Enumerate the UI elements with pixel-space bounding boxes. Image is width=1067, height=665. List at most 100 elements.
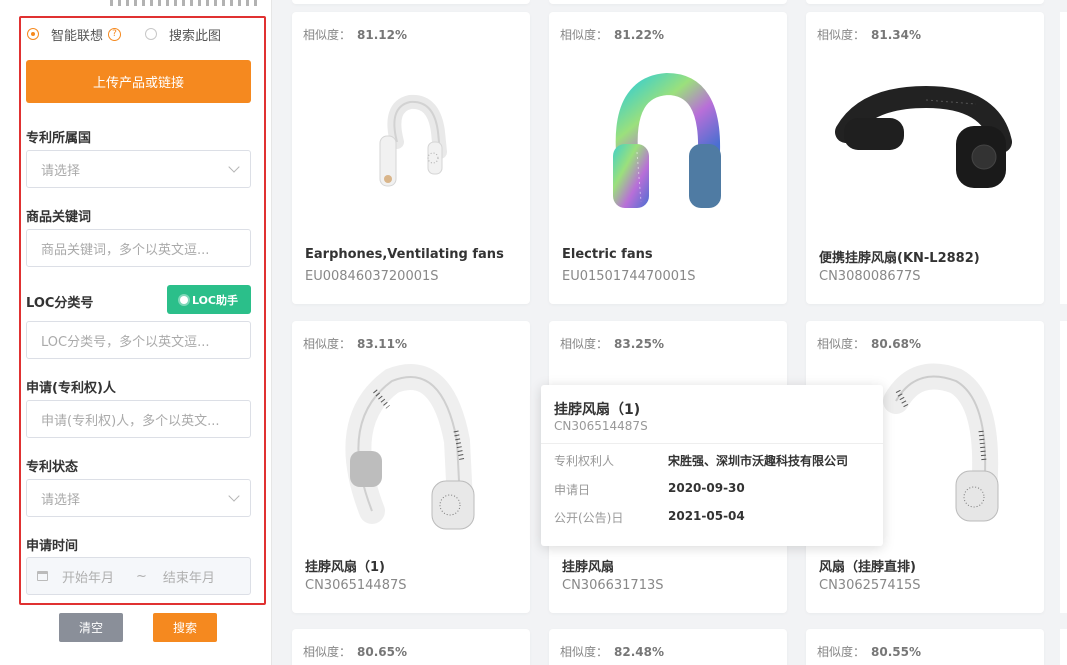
tooltip-row-filing-date: 申请日 2020-09-30 xyxy=(554,481,745,498)
search-image-label: 搜索此图 xyxy=(169,28,222,44)
similarity-label: 相似度： xyxy=(303,645,352,659)
similarity-value: 80.68% xyxy=(871,337,921,351)
product-code: EU0150174470001S xyxy=(562,269,696,284)
similarity-label: 相似度： xyxy=(817,337,866,351)
product-image-black-neck-fan[interactable] xyxy=(806,52,1044,242)
product-title[interactable]: 挂脖风扇（1) xyxy=(305,556,385,575)
result-card[interactable]: 相似度： 81.22% Electric fans EU0150174470001 xyxy=(549,12,787,304)
date-start[interactable]: 开始年月 xyxy=(62,567,114,586)
loc-input[interactable]: LOC分类号，多个以英文逗... xyxy=(26,321,251,359)
similarity: 相似度： 81.34% xyxy=(817,26,921,43)
result-card[interactable]: 相似度： 82.48% xyxy=(549,629,787,665)
similarity-value: 81.22% xyxy=(614,28,664,42)
similarity-value: 83.11% xyxy=(357,337,407,351)
help-icon[interactable]: ? xyxy=(108,27,122,41)
tooltip-row-pub-date: 公开(公告)日 2021-05-04 xyxy=(554,509,745,526)
similarity-label: 相似度： xyxy=(560,28,609,42)
status-select[interactable]: 请选择 xyxy=(26,479,251,517)
chevron-down-icon xyxy=(228,161,240,173)
keyword-input[interactable]: 商品关键词，多个以英文逗... xyxy=(26,229,251,267)
result-card[interactable]: 相似度： 80.55% xyxy=(806,629,1044,665)
tooltip-row-owner: 专利权利人 宋胜强、深圳市沃趣科技有限公司 xyxy=(554,452,848,469)
similarity: 相似度： 81.22% xyxy=(560,26,664,43)
keyword-placeholder: 商品关键词，多个以英文逗... xyxy=(41,242,210,258)
loc-label: LOC分类号 xyxy=(26,296,94,311)
country-select[interactable]: 请选择 xyxy=(26,150,251,188)
clear-button[interactable]: 清空 xyxy=(59,613,123,642)
product-image-white-neck-fan-small[interactable] xyxy=(292,52,530,242)
similarity: 相似度： 81.12% xyxy=(303,26,407,43)
filter-panel: 智能联想 ? 搜索此图 上传产品或链接 专利所属国 请选择 商品关键词 商品关键… xyxy=(19,16,266,605)
similarity-value: 83.25% xyxy=(614,337,664,351)
applicant-input[interactable]: 申请(专利权)人，多个以英文... xyxy=(26,400,251,438)
product-title[interactable]: Earphones,Ventilating fans xyxy=(305,247,504,262)
date-range-picker[interactable]: 开始年月 ~ 结束年月 xyxy=(26,557,251,595)
product-code: EU0084603720001S xyxy=(305,269,439,284)
chevron-down-icon xyxy=(228,490,240,502)
tooltip-value: 2021-05-04 xyxy=(668,509,745,523)
search-button[interactable]: 搜索 xyxy=(153,613,217,642)
result-card[interactable]: 相似度： 81.34% 便携挂脖风扇(KN-L2882) CN308008677S xyxy=(806,12,1044,304)
product-image-iridescent-neck-fan[interactable] xyxy=(549,52,787,242)
product-title[interactable]: 风扇（挂脖直排) xyxy=(819,556,916,575)
country-placeholder: 请选择 xyxy=(41,163,81,179)
calendar-icon xyxy=(37,571,48,581)
date-label: 申请时间 xyxy=(26,539,79,554)
similarity: 相似度： 80.65% xyxy=(303,643,407,660)
smart-suggest-label: 智能联想 xyxy=(51,28,104,44)
product-title[interactable]: 挂脖风扇 xyxy=(562,556,614,575)
smart-suggest-option[interactable]: 智能联想 ? xyxy=(27,25,122,44)
search-mode-group: 智能联想 ? 搜索此图 xyxy=(27,24,221,44)
result-card[interactable]: 相似度： 80.65% xyxy=(292,629,530,665)
result-card[interactable]: 相似度： 83.11% 挂脖风扇（1) CN306514487S xyxy=(292,321,530,613)
similarity: 相似度： 82.48% xyxy=(560,643,664,660)
search-image-option[interactable]: 搜索此图 xyxy=(145,25,221,44)
tooltip-key: 申请日 xyxy=(554,483,591,497)
result-card-partial xyxy=(1060,629,1067,665)
product-code: CN306631713S xyxy=(562,578,664,593)
sidebar-top-strip xyxy=(110,0,260,6)
date-separator: ~ xyxy=(136,568,147,584)
tooltip-value: 2020-09-30 xyxy=(668,481,745,495)
tooltip-key: 公开(公告)日 xyxy=(554,511,624,525)
similarity-label: 相似度： xyxy=(303,28,352,42)
product-image-white-neck-fan-large[interactable] xyxy=(292,361,530,551)
similarity-label: 相似度： xyxy=(303,337,352,351)
result-card[interactable]: 相似度： 81.12% Earphones,Ventilating fans EU… xyxy=(292,12,530,304)
search-image-radio[interactable] xyxy=(145,28,158,40)
result-card-partial xyxy=(549,0,787,4)
patent-tooltip: 挂脖风扇（1) CN306514487S 专利权利人 宋胜强、深圳市沃趣科技有限… xyxy=(541,385,883,546)
similarity-value: 81.34% xyxy=(871,28,921,42)
keyword-label: 商品关键词 xyxy=(26,210,92,225)
smart-suggest-radio[interactable] xyxy=(27,28,39,40)
date-end[interactable]: 结束年月 xyxy=(163,567,215,586)
country-label: 专利所属国 xyxy=(26,131,92,146)
tooltip-title: 挂脖风扇（1) xyxy=(554,402,641,418)
upload-button[interactable]: 上传产品或链接 xyxy=(26,60,251,103)
tooltip-divider xyxy=(541,443,883,444)
similarity-value: 80.65% xyxy=(357,645,407,659)
result-card-partial xyxy=(292,0,530,4)
loc-helper-button[interactable]: LOC助手 xyxy=(167,285,251,314)
similarity-value: 81.12% xyxy=(357,28,407,42)
similarity-label: 相似度： xyxy=(817,645,866,659)
result-card-partial xyxy=(1060,12,1067,304)
filter-sidebar: 智能联想 ? 搜索此图 上传产品或链接 专利所属国 请选择 商品关键词 商品关键… xyxy=(0,0,272,665)
applicant-placeholder: 申请(专利权)人，多个以英文... xyxy=(41,413,220,429)
result-card-partial xyxy=(1060,321,1067,613)
status-placeholder: 请选择 xyxy=(41,492,81,508)
similarity: 相似度： 80.55% xyxy=(817,643,921,660)
similarity-label: 相似度： xyxy=(817,28,866,42)
product-title[interactable]: Electric fans xyxy=(562,247,653,262)
tooltip-value: 宋胜强、深圳市沃趣科技有限公司 xyxy=(668,454,849,468)
product-code: CN308008677S xyxy=(819,269,921,284)
similarity: 相似度： 83.11% xyxy=(303,335,407,352)
product-code: CN306257415S xyxy=(819,578,921,593)
tooltip-key: 专利权利人 xyxy=(554,454,615,468)
similarity-value: 82.48% xyxy=(614,645,664,659)
tooltip-code: CN306514487S xyxy=(554,419,648,433)
loc-helper-label: LOC助手 xyxy=(191,293,239,307)
product-code: CN306514487S xyxy=(305,578,407,593)
similarity: 相似度： 83.25% xyxy=(560,335,664,352)
product-title[interactable]: 便携挂脖风扇(KN-L2882) xyxy=(819,247,980,266)
